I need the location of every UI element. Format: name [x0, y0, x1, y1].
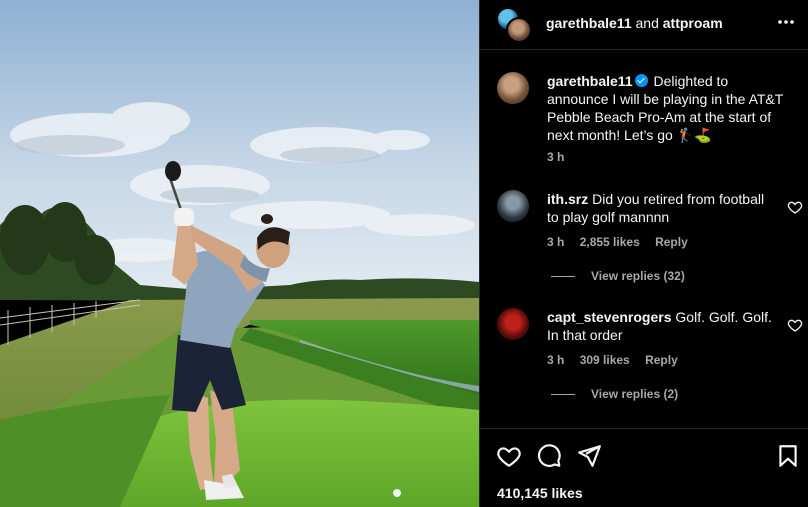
- post-actions-bar: 410,145 likes: [480, 428, 808, 507]
- post-caption: garethbale11 Delighted to announce I wil…: [547, 72, 787, 144]
- caption-username[interactable]: garethbale11: [547, 73, 633, 89]
- post-authors: garethbale11 and attproam: [546, 15, 723, 31]
- and-text: and: [635, 15, 659, 31]
- comment-body: capt_stevenrogers Golf. Golf. Golf. In t…: [547, 308, 779, 344]
- author-link-attproam[interactable]: attproam: [663, 15, 723, 31]
- bookmark-icon[interactable]: [775, 443, 801, 469]
- view-replies-label: View replies (32): [591, 269, 685, 283]
- heart-icon[interactable]: [496, 443, 522, 469]
- verified-badge-icon: [634, 74, 648, 87]
- avatar-attproam-small[interactable]: [506, 17, 532, 43]
- author-link-garethbale11[interactable]: garethbale11: [546, 15, 632, 31]
- comment-likes[interactable]: 2,855 likes: [580, 235, 640, 249]
- comment-icon[interactable]: [536, 443, 562, 469]
- collab-avatars[interactable]: [496, 7, 534, 43]
- comment-username[interactable]: ith.srz: [547, 191, 588, 207]
- golf-photo-illustration: [0, 0, 479, 507]
- comment-likes[interactable]: 309 likes: [580, 353, 630, 367]
- replies-divider-line: [551, 394, 575, 396]
- comment-meta: 3 h 309 likes Reply: [547, 353, 690, 367]
- send-icon[interactable]: [576, 443, 602, 469]
- view-replies-button[interactable]: View replies (2): [551, 387, 678, 401]
- comment-timestamp[interactable]: 3 h: [547, 353, 564, 367]
- replies-divider-line: [551, 276, 575, 278]
- comment-username[interactable]: capt_stevenrogers: [547, 309, 672, 325]
- comment-body: ith.srz Did you retired from football to…: [547, 190, 779, 226]
- post-likes-count[interactable]: 410,145 likes: [497, 485, 583, 501]
- view-replies-label: View replies (2): [591, 387, 679, 401]
- view-replies-button[interactable]: View replies (32): [551, 269, 685, 283]
- post-photo[interactable]: [0, 0, 479, 507]
- avatar-capt-stevenrogers[interactable]: [497, 308, 529, 340]
- comment-like-heart-icon[interactable]: [787, 317, 803, 333]
- more-horizontal-icon[interactable]: [777, 12, 795, 37]
- comment-reply-button[interactable]: Reply: [655, 235, 688, 249]
- post-side-panel: garethbale11 and attproam garethbale11 D…: [479, 0, 808, 507]
- comment-timestamp[interactable]: 3 h: [547, 235, 564, 249]
- caption-timestamp[interactable]: 3 h: [547, 150, 564, 164]
- comment-like-heart-icon[interactable]: [787, 199, 803, 215]
- comment-reply-button[interactable]: Reply: [645, 353, 678, 367]
- avatar-ith-srz[interactable]: [497, 190, 529, 222]
- post-header: garethbale11 and attproam: [480, 0, 808, 50]
- comment-meta: 3 h 2,855 likes Reply: [547, 235, 700, 249]
- avatar-garethbale11[interactable]: [497, 72, 529, 104]
